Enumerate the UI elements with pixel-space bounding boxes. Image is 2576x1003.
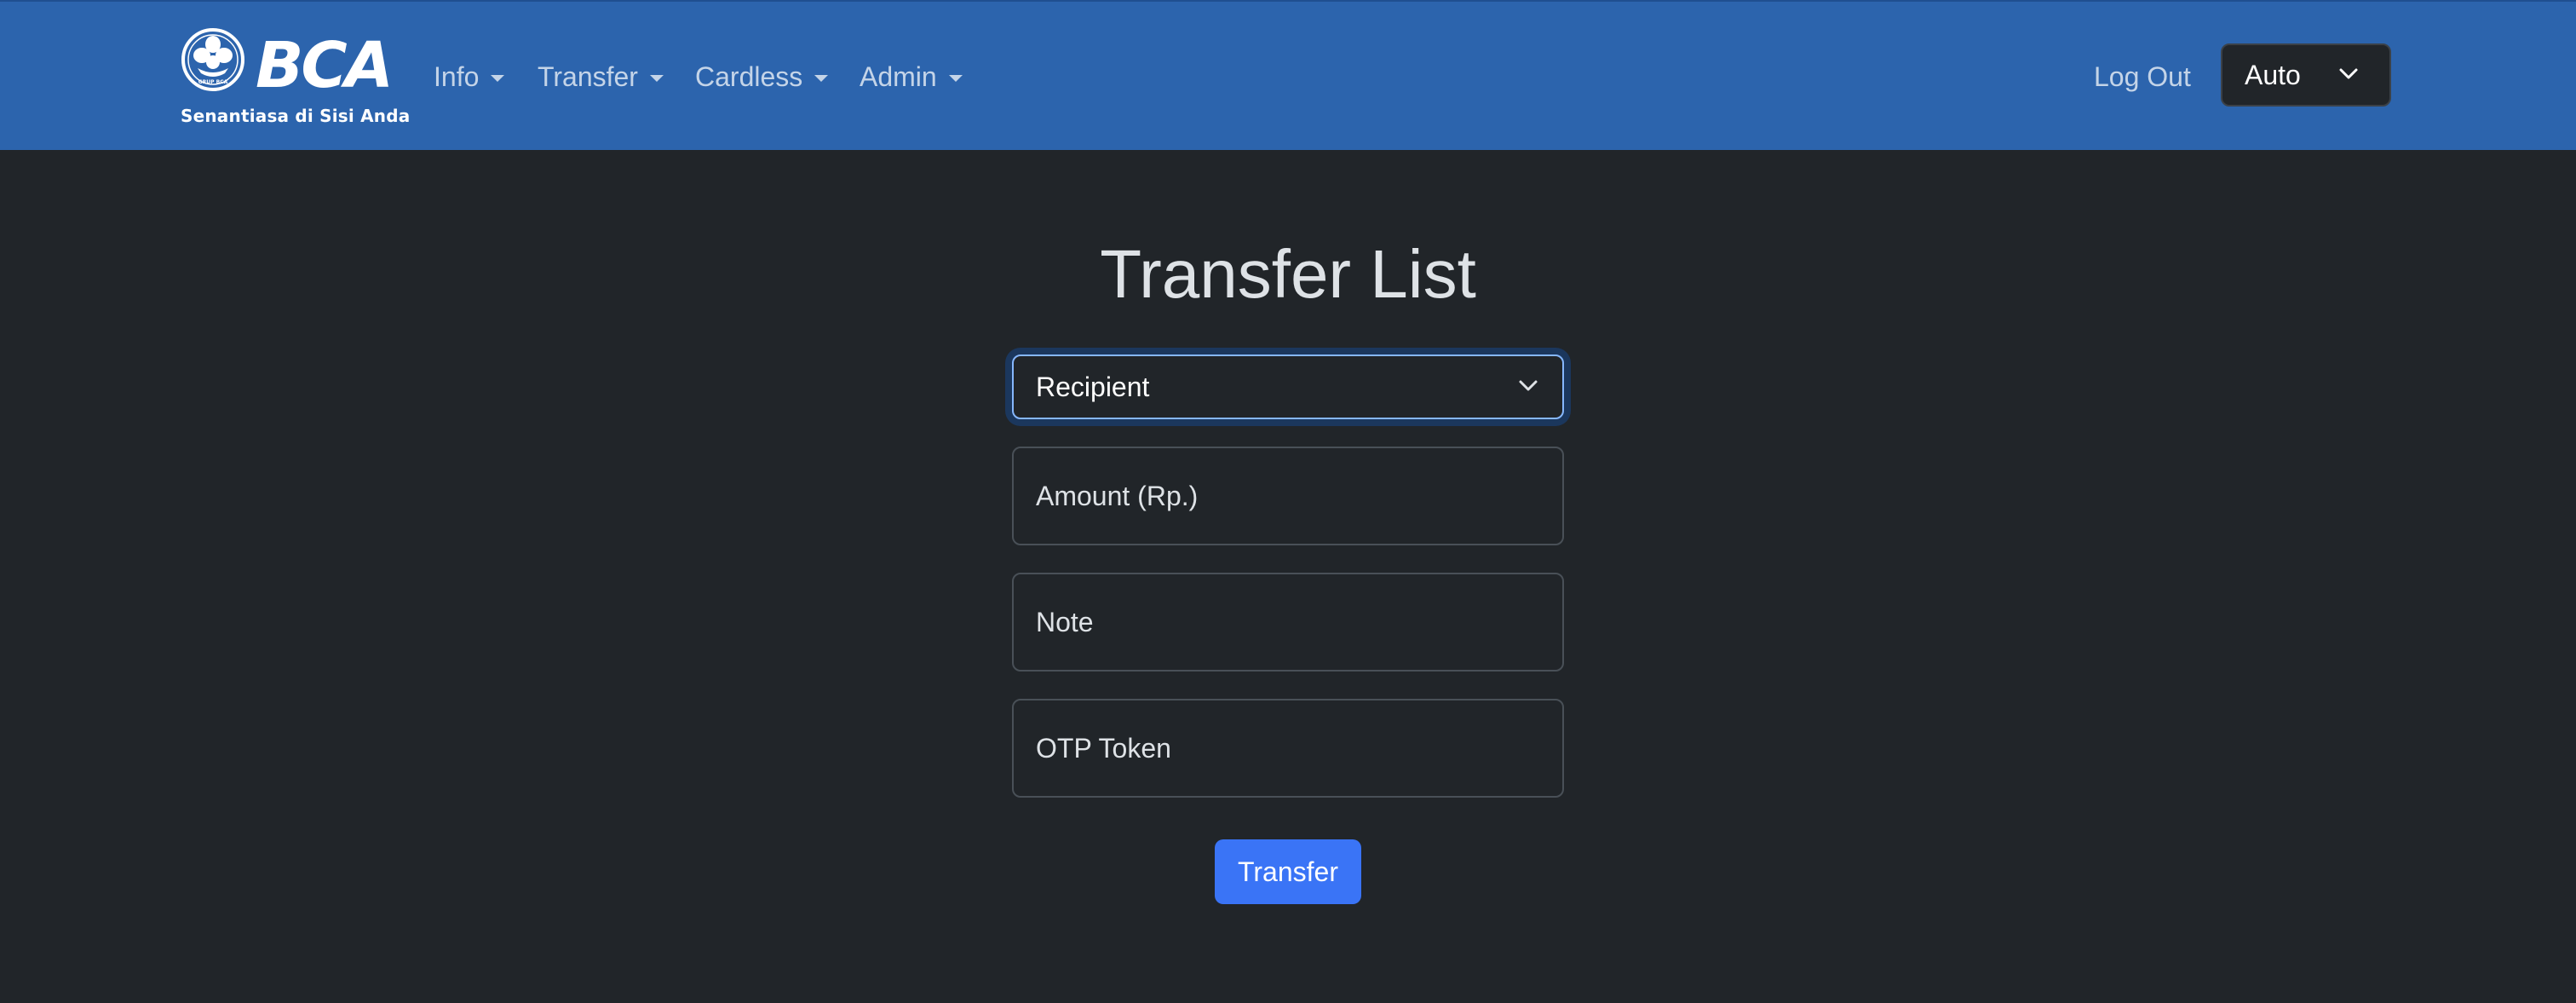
emblem-text: GRUP BCA [198, 79, 228, 85]
caret-down-icon [814, 75, 829, 82]
amount-field-label: Amount (Rp.) [1036, 480, 1199, 511]
nav-dropdown-transfer[interactable]: Transfer [538, 56, 664, 97]
nav-dropdown-label: Admin [860, 61, 937, 92]
caret-down-icon [491, 75, 505, 82]
caret-down-icon [649, 75, 664, 82]
nav-dropdown-info[interactable]: Info [434, 56, 505, 97]
navbar: GRUP BCA BCA Senantiasa di Sisi Anda Inf… [0, 0, 2576, 150]
otp-token-field[interactable]: OTP Token [1012, 699, 1564, 798]
page-title: Transfer List [1100, 236, 1476, 312]
nav-dropdown-label: Cardless [695, 61, 803, 92]
otp-token-field-label: OTP Token [1036, 732, 1171, 764]
brand-tagline: Senantiasa di Sisi Anda [181, 106, 411, 126]
note-field-label: Note [1036, 606, 1094, 637]
nav-dropdown-admin[interactable]: Admin [860, 56, 963, 97]
logo-wordmark: BCA [256, 29, 391, 102]
chevron-down-icon [2339, 68, 2358, 79]
theme-select-value: Auto [2245, 59, 2301, 90]
recipient-select[interactable]: Recipient [1012, 355, 1564, 419]
logout-link[interactable]: Log Out [2094, 56, 2191, 97]
note-field[interactable]: Note [1012, 573, 1564, 672]
bca-emblem-icon: GRUP BCA BCA [181, 28, 394, 102]
amount-field[interactable]: Amount (Rp.) [1012, 447, 1564, 545]
recipient-select-value: Recipient [1036, 371, 1150, 402]
caret-down-icon [948, 75, 963, 82]
chevron-down-icon [1519, 380, 1538, 391]
nav-dropdown-cardless[interactable]: Cardless [695, 56, 829, 97]
theme-select[interactable]: Auto [2221, 43, 2391, 107]
transfer-button[interactable]: Transfer [1215, 839, 1361, 904]
nav-dropdown-label: Transfer [538, 61, 638, 92]
brand-logo[interactable]: GRUP BCA BCA Senantiasa di Sisi Anda [181, 27, 411, 130]
nav-dropdown-label: Info [434, 61, 480, 92]
